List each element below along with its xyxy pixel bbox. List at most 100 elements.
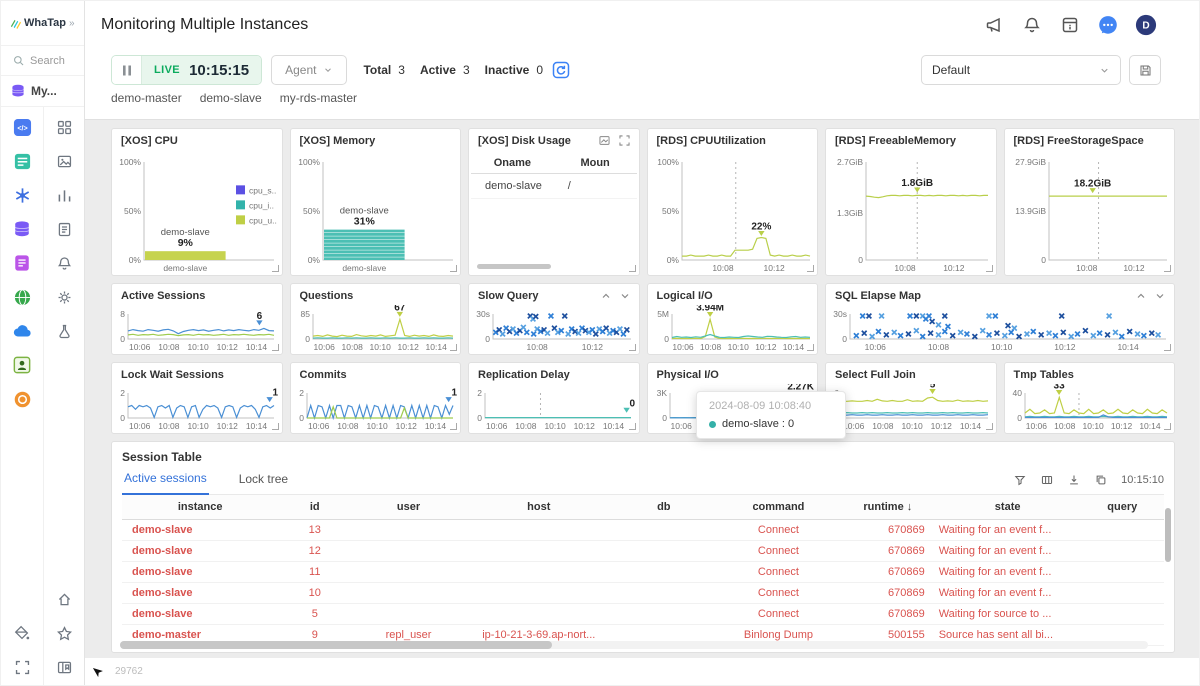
megaphone-icon[interactable]	[983, 14, 1005, 36]
column-header[interactable]: command	[715, 495, 841, 520]
column-header[interactable]: runtime ↓	[840, 495, 935, 520]
chart-canvas[interactable]: 5M 0 10:06 10:08 10:10 10:12 10:14 3.94M	[650, 303, 816, 352]
logs-icon[interactable]	[12, 253, 32, 273]
agent-tag[interactable]: demo-slave	[200, 91, 262, 105]
cell-db[interactable]	[611, 519, 716, 541]
table-row[interactable]: demo-slave 13 Connect 670869 Waiting for an …	[122, 519, 1164, 541]
cell-command[interactable]: Connect	[715, 561, 841, 583]
chart-canvas[interactable]: 85 0 10:06 10:08 10:10 10:12 10:14 67	[293, 302, 459, 352]
notification-bell-icon[interactable]	[1021, 14, 1043, 36]
mysql-database-icon[interactable]	[12, 219, 32, 239]
dashboard-grid-icon[interactable]	[54, 117, 74, 137]
table-row[interactable]: demo-slave 10 Connect 670869 Waiting for an …	[122, 582, 1164, 604]
table-row[interactable]: demo-slave 11 Connect 670869 Waiting for an …	[122, 561, 1164, 583]
chart-canvas[interactable]: 8 0 10:06 10:08 10:10 10:12 10:14 6	[114, 305, 280, 352]
cell-id[interactable]: 10	[278, 582, 352, 604]
column-header[interactable]: db	[611, 495, 716, 520]
cell-command[interactable]: Connect	[715, 519, 841, 541]
cell-query[interactable]	[1080, 540, 1164, 562]
chart-canvas[interactable]: 2 0 10:06 10:08 10:10 10:12 10:14 0	[471, 384, 637, 431]
cell-user[interactable]	[351, 561, 466, 583]
cell-query[interactable]	[1080, 519, 1164, 541]
table-row[interactable]: demo-slave /	[471, 173, 637, 199]
session-table-header[interactable]: instance id user host db command runtime ↓ stat…	[122, 495, 1164, 520]
tab-lock-tree[interactable]: Lock tree	[237, 472, 290, 494]
kubernetes-icon[interactable]	[12, 185, 32, 205]
cell-host[interactable]	[465, 561, 612, 583]
chat-bubble-icon[interactable]	[1097, 14, 1119, 36]
star-icon[interactable]	[54, 623, 74, 643]
column-header[interactable]: state	[934, 495, 1081, 520]
cell-id[interactable]: 5	[278, 603, 352, 625]
cell-runtime[interactable]: 670869	[840, 582, 935, 604]
cell-instance[interactable]: demo-slave	[122, 582, 279, 604]
copy-icon[interactable]	[1094, 473, 1108, 487]
chart-canvas[interactable]: 2 0 10:06 10:08 10:10 10:12 10:14 1	[114, 384, 280, 431]
cell-runtime[interactable]: 670869	[840, 519, 935, 541]
cell-host[interactable]	[465, 603, 612, 625]
cell-runtime[interactable]: 670869	[840, 540, 935, 562]
cell-instance[interactable]: demo-slave	[122, 603, 279, 625]
agent-tag[interactable]: demo-master	[111, 91, 182, 105]
calendar-info-icon[interactable]	[1059, 14, 1081, 36]
horizontal-scrollbar[interactable]	[120, 641, 1148, 649]
filter-icon[interactable]	[1013, 473, 1027, 487]
chart-canvas[interactable]: 6010:0610:0810:1010:1210:145	[828, 380, 994, 431]
chevron-down-icon[interactable]	[1154, 290, 1166, 302]
agent-box-icon[interactable]	[12, 355, 32, 375]
code-icon[interactable]: </>	[12, 117, 32, 137]
cell-user[interactable]	[351, 540, 466, 562]
chart-canvas[interactable]: 30s 0 10:08 10:12	[471, 305, 637, 352]
vertical-scrollbar[interactable]	[1165, 508, 1171, 562]
chart-canvas[interactable]: 27.9GiB 13.9GiB 0 10:08 10:12 18.2GiB	[1007, 153, 1173, 273]
bell-icon[interactable]	[54, 253, 74, 273]
column-header[interactable]: instance	[122, 495, 279, 520]
cell-instance[interactable]: demo-slave	[122, 540, 279, 562]
column-header[interactable]: id	[278, 495, 352, 520]
bar-chart-icon[interactable]	[54, 185, 74, 205]
cell-state[interactable]: Waiting for an event f...	[934, 540, 1081, 562]
cell-id[interactable]: 13	[278, 519, 352, 541]
cell-query[interactable]	[1080, 603, 1164, 625]
scrollbar-thumb[interactable]	[120, 641, 552, 649]
oracle-icon[interactable]	[12, 389, 32, 409]
chart-canvas[interactable]: 2 0 10:06 10:08 10:10 10:12 10:14 1	[293, 384, 459, 431]
tab-active-sessions[interactable]: Active sessions	[122, 471, 209, 495]
cell-command[interactable]: Connect	[715, 603, 841, 625]
agent-dropdown[interactable]: Agent	[271, 55, 348, 85]
cell-instance[interactable]: demo-slave	[122, 561, 279, 583]
cell-db[interactable]	[611, 540, 716, 562]
cell-runtime[interactable]: 670869	[840, 561, 935, 583]
chart-canvas[interactable]: 100% 50% 0% 10:08 10:12 22%	[650, 153, 816, 273]
expand-icon[interactable]	[618, 134, 631, 147]
panel-layout-icon[interactable]	[54, 657, 74, 677]
preset-select[interactable]: Default	[921, 55, 1121, 85]
cell-state[interactable]: Waiting for an event f...	[934, 561, 1081, 583]
widget-image-icon[interactable]	[54, 151, 74, 171]
cell-user[interactable]	[351, 603, 466, 625]
avatar[interactable]: D	[1135, 14, 1157, 36]
cell-id[interactable]: 11	[278, 561, 352, 583]
sidebar-collapse-arrow[interactable]: »	[69, 18, 75, 29]
disk-usage-table[interactable]: Oname Moun demo-slave /	[471, 153, 637, 273]
cell-state[interactable]: Waiting for source to ...	[934, 603, 1081, 625]
cell-state[interactable]: Waiting for an event f...	[934, 519, 1081, 541]
chart-canvas[interactable]: 100% 50% 0% demo-slave 31% demo-slave	[293, 153, 459, 273]
chevron-down-icon[interactable]	[619, 290, 631, 302]
sidebar-search[interactable]: Search	[1, 45, 84, 75]
whatap-logo[interactable]: WhaTap »	[1, 1, 84, 45]
table-row[interactable]: demo-slave 12 Connect 670869 Waiting for an …	[122, 540, 1164, 562]
chevron-up-icon[interactable]	[600, 290, 612, 302]
refresh-icon[interactable]	[551, 60, 571, 80]
cell-db[interactable]	[611, 582, 716, 604]
agent-tag[interactable]: my-rds-master	[280, 91, 357, 105]
cell-db[interactable]	[611, 603, 716, 625]
cell-command[interactable]: Connect	[715, 582, 841, 604]
cell-host[interactable]	[465, 540, 612, 562]
cell-state[interactable]: Waiting for an event f...	[934, 582, 1081, 604]
chart-canvas[interactable]: 2.7GiB 1.3GiB 0 10:08 10:12 1.8GiB	[828, 153, 994, 273]
scrollbar-thumb[interactable]	[477, 264, 552, 269]
table-row[interactable]: demo-slave 5 Connect 670869 Waiting for sour…	[122, 603, 1164, 625]
cell-host[interactable]	[465, 519, 612, 541]
cloud-icon[interactable]	[12, 321, 32, 341]
